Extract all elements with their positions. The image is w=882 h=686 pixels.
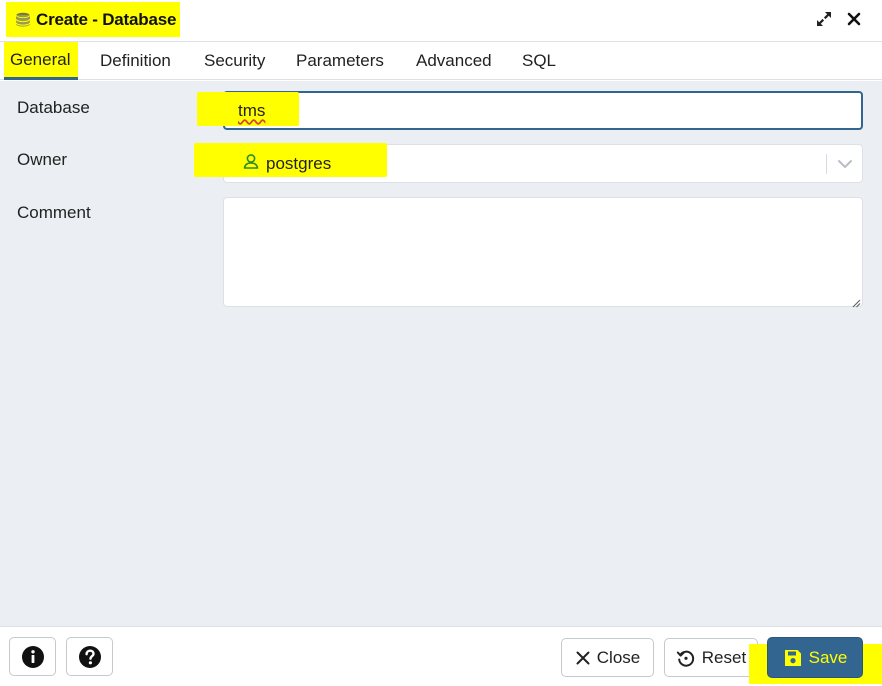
database-icon	[14, 11, 32, 29]
close-button-label: Close	[596, 647, 641, 667]
close-window-button[interactable]	[843, 10, 865, 32]
select-separator	[826, 154, 827, 174]
owner-label: Owner	[17, 150, 68, 169]
expand-icon	[815, 10, 833, 33]
owner-selected-value: postgres	[242, 152, 331, 175]
owner-value-text: postgres	[266, 153, 332, 173]
close-icon	[575, 650, 591, 666]
dialog-title: Create - Database	[36, 9, 177, 29]
chevron-down-icon[interactable]	[836, 155, 854, 173]
help-icon	[78, 645, 102, 669]
dialog-titlebar: Create - Database	[0, 0, 882, 42]
comment-label: Comment	[17, 203, 91, 222]
user-icon	[242, 152, 260, 175]
expand-button[interactable]	[813, 10, 835, 32]
close-icon	[846, 11, 862, 32]
reset-button-label: Reset	[701, 647, 747, 667]
tab-general[interactable]: General	[4, 42, 79, 80]
info-icon	[21, 645, 45, 669]
comment-textarea[interactable]	[223, 197, 863, 308]
resize-handle-icon[interactable]	[851, 295, 861, 308]
tab-sql[interactable]: SQL	[522, 42, 556, 80]
reset-button[interactable]: Reset	[664, 638, 758, 677]
tab-parameters[interactable]: Parameters	[296, 42, 384, 80]
tab-bar: General Definition Security Parameters A…	[0, 42, 882, 80]
close-button[interactable]: Close	[561, 638, 654, 677]
info-button[interactable]	[9, 637, 56, 676]
tab-definition[interactable]: Definition	[100, 42, 171, 80]
tab-advanced[interactable]: Advanced	[416, 42, 492, 80]
save-icon	[783, 648, 803, 668]
database-name-value: tms	[238, 101, 266, 120]
help-button[interactable]	[66, 637, 113, 676]
tab-security[interactable]: Security	[204, 42, 265, 80]
database-name-input[interactable]	[223, 91, 863, 130]
save-button[interactable]: Save	[767, 637, 863, 678]
dialog-title-area: Create - Database	[6, 2, 181, 37]
reset-icon	[676, 648, 696, 668]
save-button-label: Save	[808, 647, 848, 667]
database-label: Database	[17, 98, 90, 117]
